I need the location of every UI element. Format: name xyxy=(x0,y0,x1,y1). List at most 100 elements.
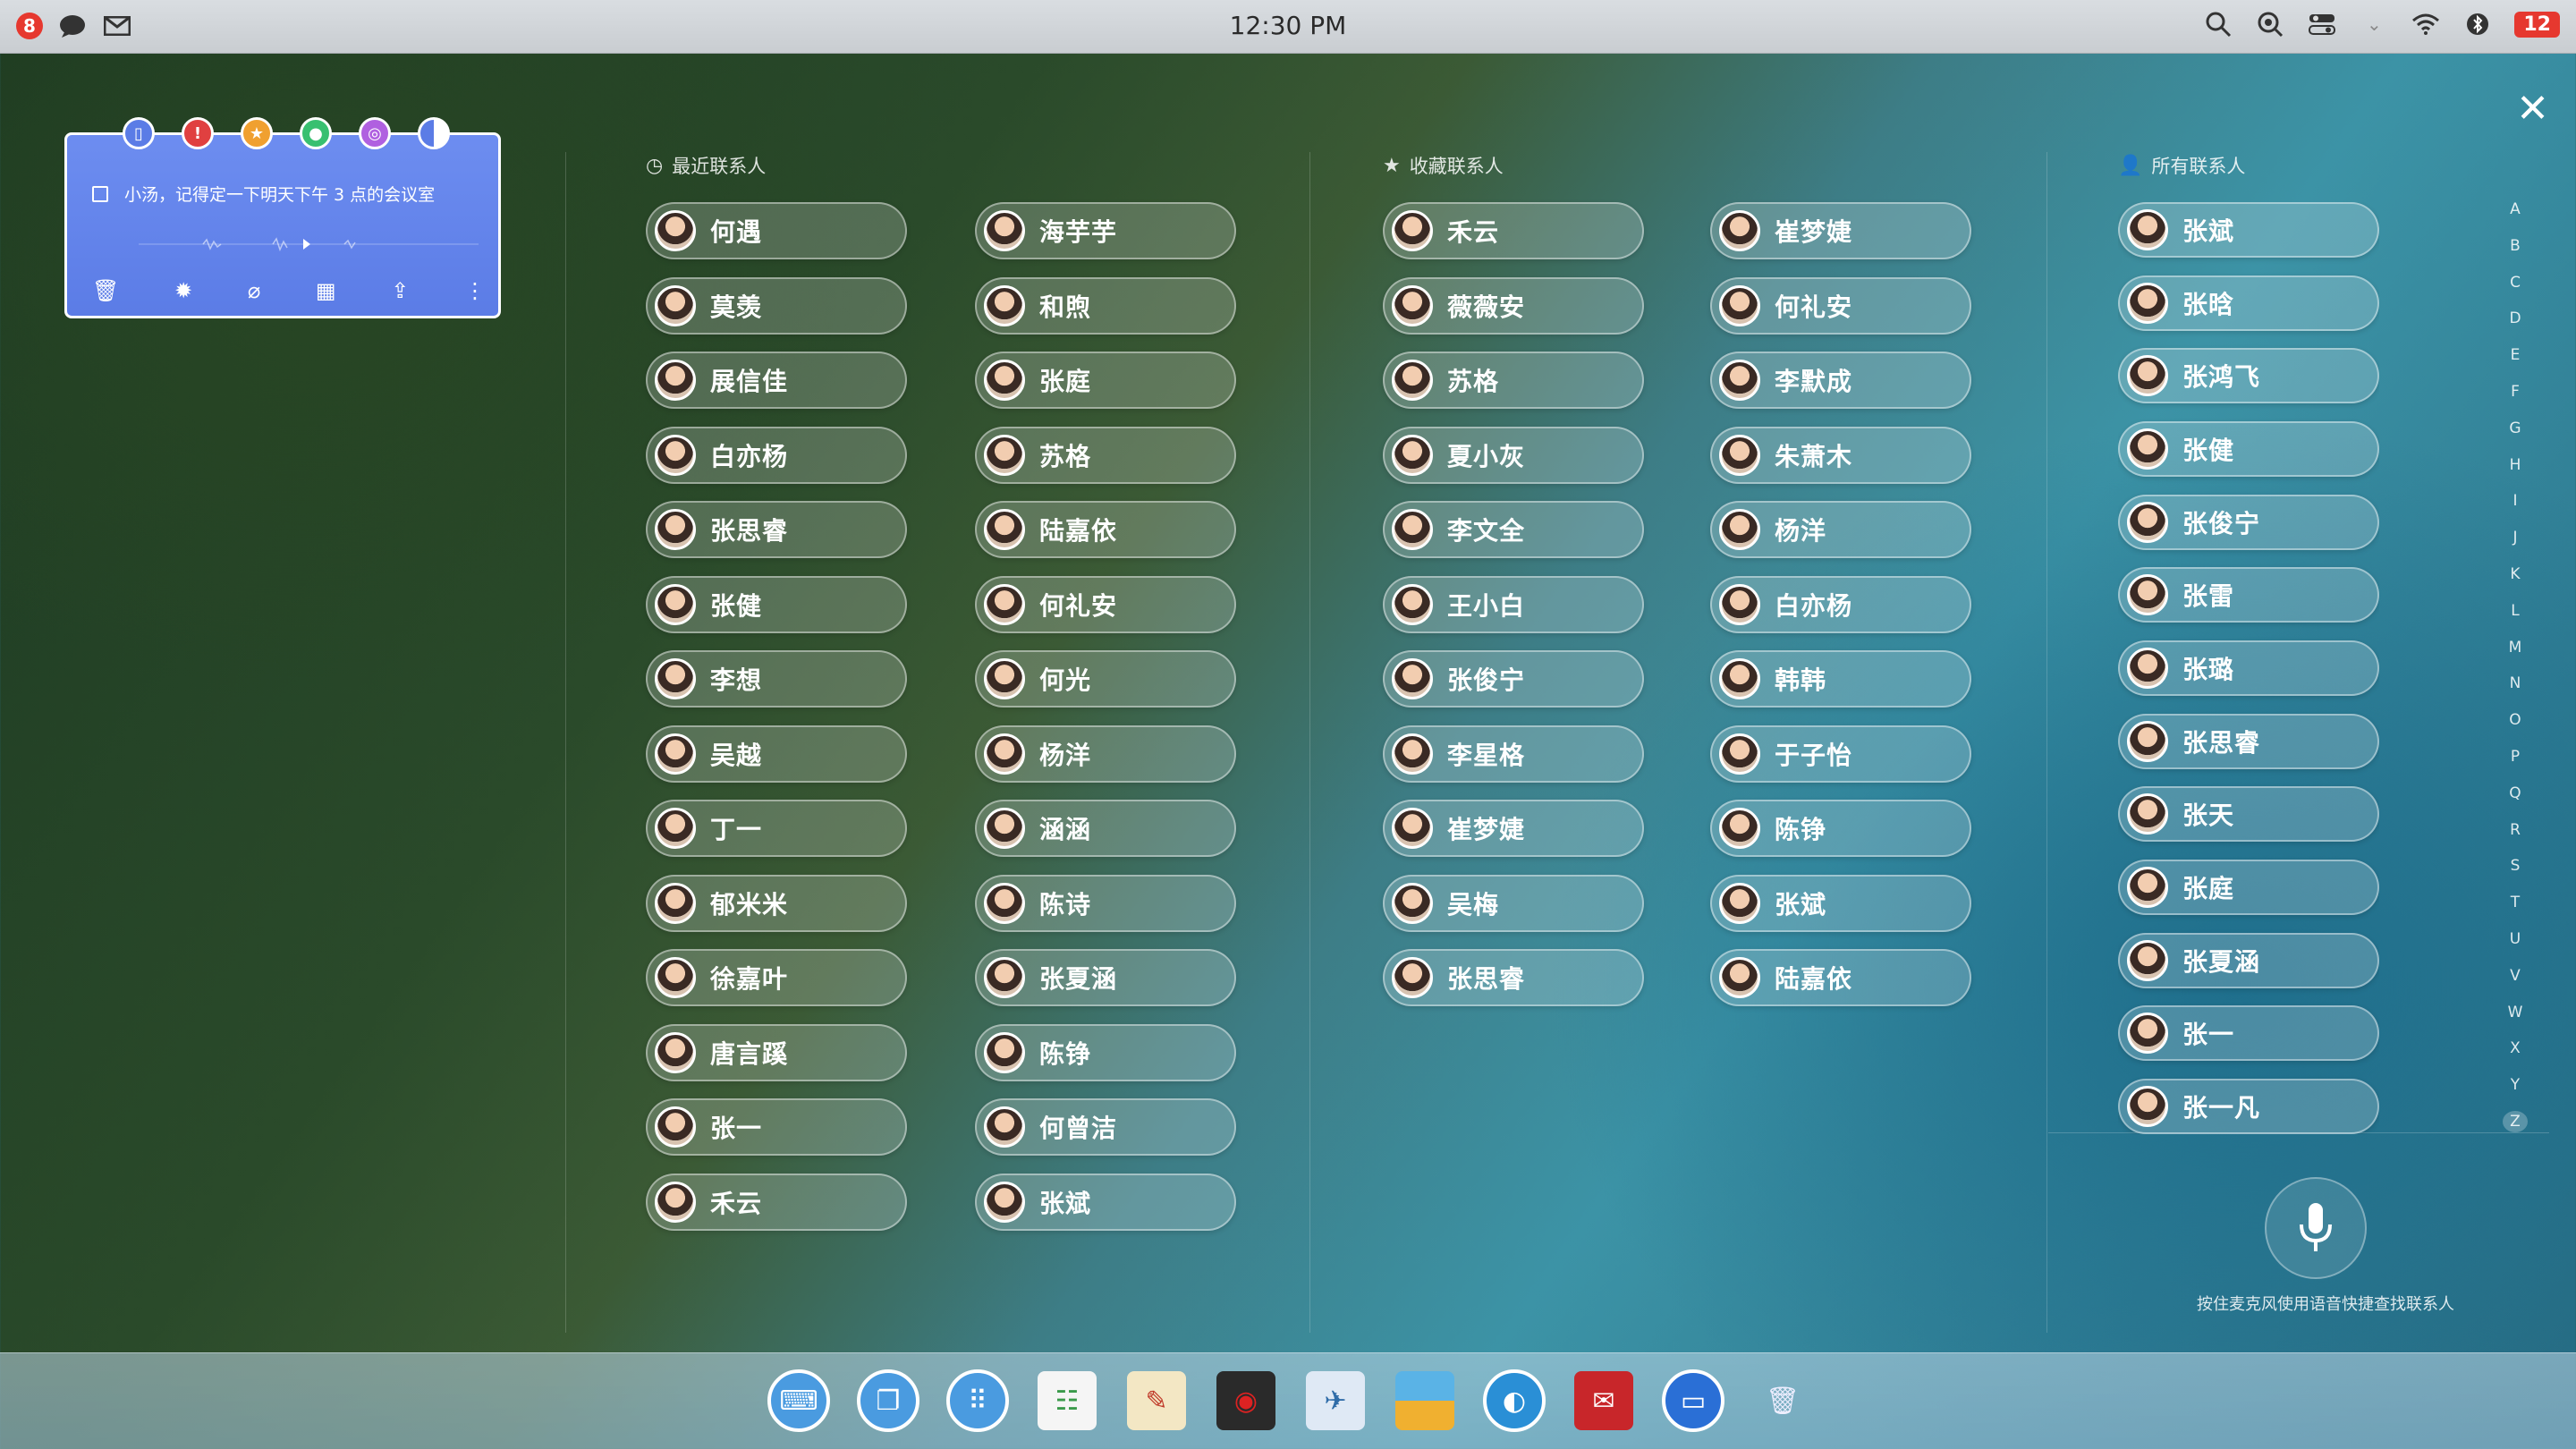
more-icon[interactable]: ⋮ xyxy=(464,278,486,303)
control-center-icon[interactable] xyxy=(2307,11,2337,38)
contact-pill[interactable]: 张斌 xyxy=(975,1173,1236,1231)
contact-pill[interactable]: 韩韩 xyxy=(1710,650,1971,708)
alphabet-letter[interactable]: A xyxy=(2503,199,2528,220)
contact-pill[interactable]: 和煦 xyxy=(975,276,1236,335)
contact-pill[interactable]: 何遇 xyxy=(646,202,907,259)
contact-pill[interactable]: 张斌 xyxy=(2118,202,2379,258)
alphabet-letter[interactable]: J xyxy=(2503,527,2528,548)
contact-pill[interactable]: 丁一 xyxy=(646,800,907,857)
contact-pill[interactable]: 张璐 xyxy=(2118,640,2379,697)
note-checkbox[interactable] xyxy=(92,185,108,202)
contact-pill[interactable]: 陈铮 xyxy=(1710,800,1971,857)
contact-pill[interactable]: 崔梦婕 xyxy=(1383,800,1644,857)
alphabet-letter[interactable]: B xyxy=(2503,235,2528,257)
contact-pill[interactable]: 崔梦婕 xyxy=(1710,202,1971,259)
browser-icon[interactable]: ◐ xyxy=(1483,1368,1546,1434)
photos-icon[interactable]: ✈ xyxy=(1304,1368,1367,1434)
search-icon[interactable] xyxy=(2203,11,2233,38)
alphabet-letter[interactable]: H xyxy=(2503,454,2528,476)
contact-pill[interactable]: 张天 xyxy=(2118,786,2379,843)
tag-blue-icon[interactable]: ▯ xyxy=(123,117,155,149)
alphabet-letter[interactable]: L xyxy=(2503,600,2528,622)
note-widget[interactable]: ▯ ! ★ ● ◎ 小汤，记得定一下明天下午 3 点的会议室 🗑 ✹ ⌀ ▦ ⇪… xyxy=(64,117,501,318)
contact-pill[interactable]: 张思睿 xyxy=(2118,713,2379,769)
alphabet-letter[interactable]: G xyxy=(2503,418,2528,439)
keyboard-icon[interactable]: ⌨ xyxy=(767,1368,830,1434)
gallery-icon[interactable] xyxy=(1394,1368,1456,1434)
share-icon[interactable]: ⇪ xyxy=(391,278,409,303)
contact-pill[interactable]: 涵涵 xyxy=(975,800,1236,857)
alphabet-letter[interactable]: O xyxy=(2503,709,2528,731)
alphabet-letter[interactable]: I xyxy=(2503,490,2528,512)
contact-pill[interactable]: 展信佳 xyxy=(646,352,907,409)
wifi-icon[interactable] xyxy=(2411,11,2441,38)
attach-icon[interactable]: ⌀ xyxy=(248,278,260,303)
alphabet-letter[interactable]: N xyxy=(2503,673,2528,694)
calendar-icon[interactable]: ▦ xyxy=(316,278,336,303)
contact-pill[interactable]: 李默成 xyxy=(1710,352,1971,409)
contact-pill[interactable]: 张斌 xyxy=(1710,874,1971,932)
contact-pill[interactable]: 何曾洁 xyxy=(975,1098,1236,1156)
tag-orange-icon[interactable]: ★ xyxy=(241,117,273,149)
notes-icon[interactable]: ✎ xyxy=(1125,1368,1188,1434)
contact-pill[interactable]: 吴梅 xyxy=(1383,874,1644,932)
contact-pill[interactable]: 于子怡 xyxy=(1710,724,1971,783)
delete-icon[interactable]: 🗑 xyxy=(92,278,119,303)
contact-pill[interactable]: 何礼安 xyxy=(1710,276,1971,335)
note-item[interactable]: 小汤，记得定一下明天下午 3 点的会议室 xyxy=(92,182,435,206)
contact-pill[interactable]: 张一 xyxy=(646,1098,907,1156)
contact-pill[interactable]: 何光 xyxy=(975,650,1236,708)
contact-pill[interactable]: 杨洋 xyxy=(1710,501,1971,558)
alphabet-letter[interactable]: P xyxy=(2503,746,2528,767)
alphabet-letter[interactable]: Q xyxy=(2503,783,2528,804)
tag-purple-icon[interactable]: ◎ xyxy=(359,117,391,149)
alphabet-letter[interactable]: T xyxy=(2503,892,2528,913)
contact-pill[interactable]: 郁米米 xyxy=(646,874,907,932)
contact-pill[interactable]: 陆嘉依 xyxy=(1710,949,1971,1006)
alphabet-letter[interactable]: K xyxy=(2503,564,2528,585)
contact-pill[interactable]: 徐嘉叶 xyxy=(646,949,907,1006)
tag-white-icon[interactable] xyxy=(418,117,450,149)
contact-pill[interactable]: 夏小灰 xyxy=(1383,426,1644,484)
contact-pill[interactable]: 张一 xyxy=(2118,1005,2379,1062)
contact-pill[interactable]: 李文全 xyxy=(1383,501,1644,558)
contact-pill[interactable]: 白亦杨 xyxy=(646,426,907,484)
contact-pill[interactable]: 张庭 xyxy=(975,352,1236,409)
tag-red-icon[interactable]: ! xyxy=(182,117,214,149)
contact-pill[interactable]: 莫羡 xyxy=(646,276,907,335)
message-count-badge[interactable]: 12 xyxy=(2514,11,2560,38)
microphone-button[interactable] xyxy=(2265,1177,2367,1279)
alphabet-letter[interactable]: Z xyxy=(2503,1110,2528,1132)
alphabet-letter[interactable]: M xyxy=(2503,637,2528,658)
spotlight-icon[interactable] xyxy=(2255,11,2285,38)
contact-pill[interactable]: 吴越 xyxy=(646,724,907,783)
contact-pill[interactable]: 王小白 xyxy=(1383,575,1644,633)
alphabet-letter[interactable]: X xyxy=(2503,1038,2528,1059)
chevron-down-icon[interactable]: ⌄ xyxy=(2359,11,2389,38)
alphabet-letter[interactable]: C xyxy=(2503,272,2528,293)
contact-pill[interactable]: 陈铮 xyxy=(975,1023,1236,1081)
contact-pill[interactable]: 张思睿 xyxy=(1383,949,1644,1006)
messages-icon[interactable]: ▭ xyxy=(1662,1368,1724,1434)
contact-pill[interactable]: 张鸿飞 xyxy=(2118,348,2379,404)
contact-pill[interactable]: 张健 xyxy=(2118,420,2379,478)
contact-pill[interactable]: 禾云 xyxy=(1383,202,1644,259)
alphabet-letter[interactable]: F xyxy=(2503,381,2528,402)
contact-pill[interactable]: 张庭 xyxy=(2118,859,2379,916)
alphabet-letter[interactable]: W xyxy=(2503,1002,2528,1023)
alphabet-letter[interactable]: V xyxy=(2503,965,2528,987)
contact-pill[interactable]: 苏格 xyxy=(1383,352,1644,409)
alphabet-letter[interactable]: S xyxy=(2503,855,2528,877)
brightness-icon[interactable]: ✹ xyxy=(174,278,192,303)
contact-pill[interactable]: 张雷 xyxy=(2118,567,2379,623)
contact-pill[interactable]: 张思睿 xyxy=(646,501,907,558)
alphabet-letter[interactable]: D xyxy=(2503,308,2528,329)
contact-pill[interactable]: 张健 xyxy=(646,575,907,633)
contact-pill[interactable]: 李星格 xyxy=(1383,724,1644,783)
contact-pill[interactable]: 朱萧木 xyxy=(1710,426,1971,484)
contact-pill[interactable]: 张夏涵 xyxy=(975,949,1236,1006)
alphabet-letter[interactable]: Y xyxy=(2503,1074,2528,1096)
contact-pill[interactable]: 白亦杨 xyxy=(1710,575,1971,633)
contact-pill[interactable]: 杨洋 xyxy=(975,724,1236,783)
launcher-icon[interactable]: ⠿ xyxy=(946,1368,1009,1434)
